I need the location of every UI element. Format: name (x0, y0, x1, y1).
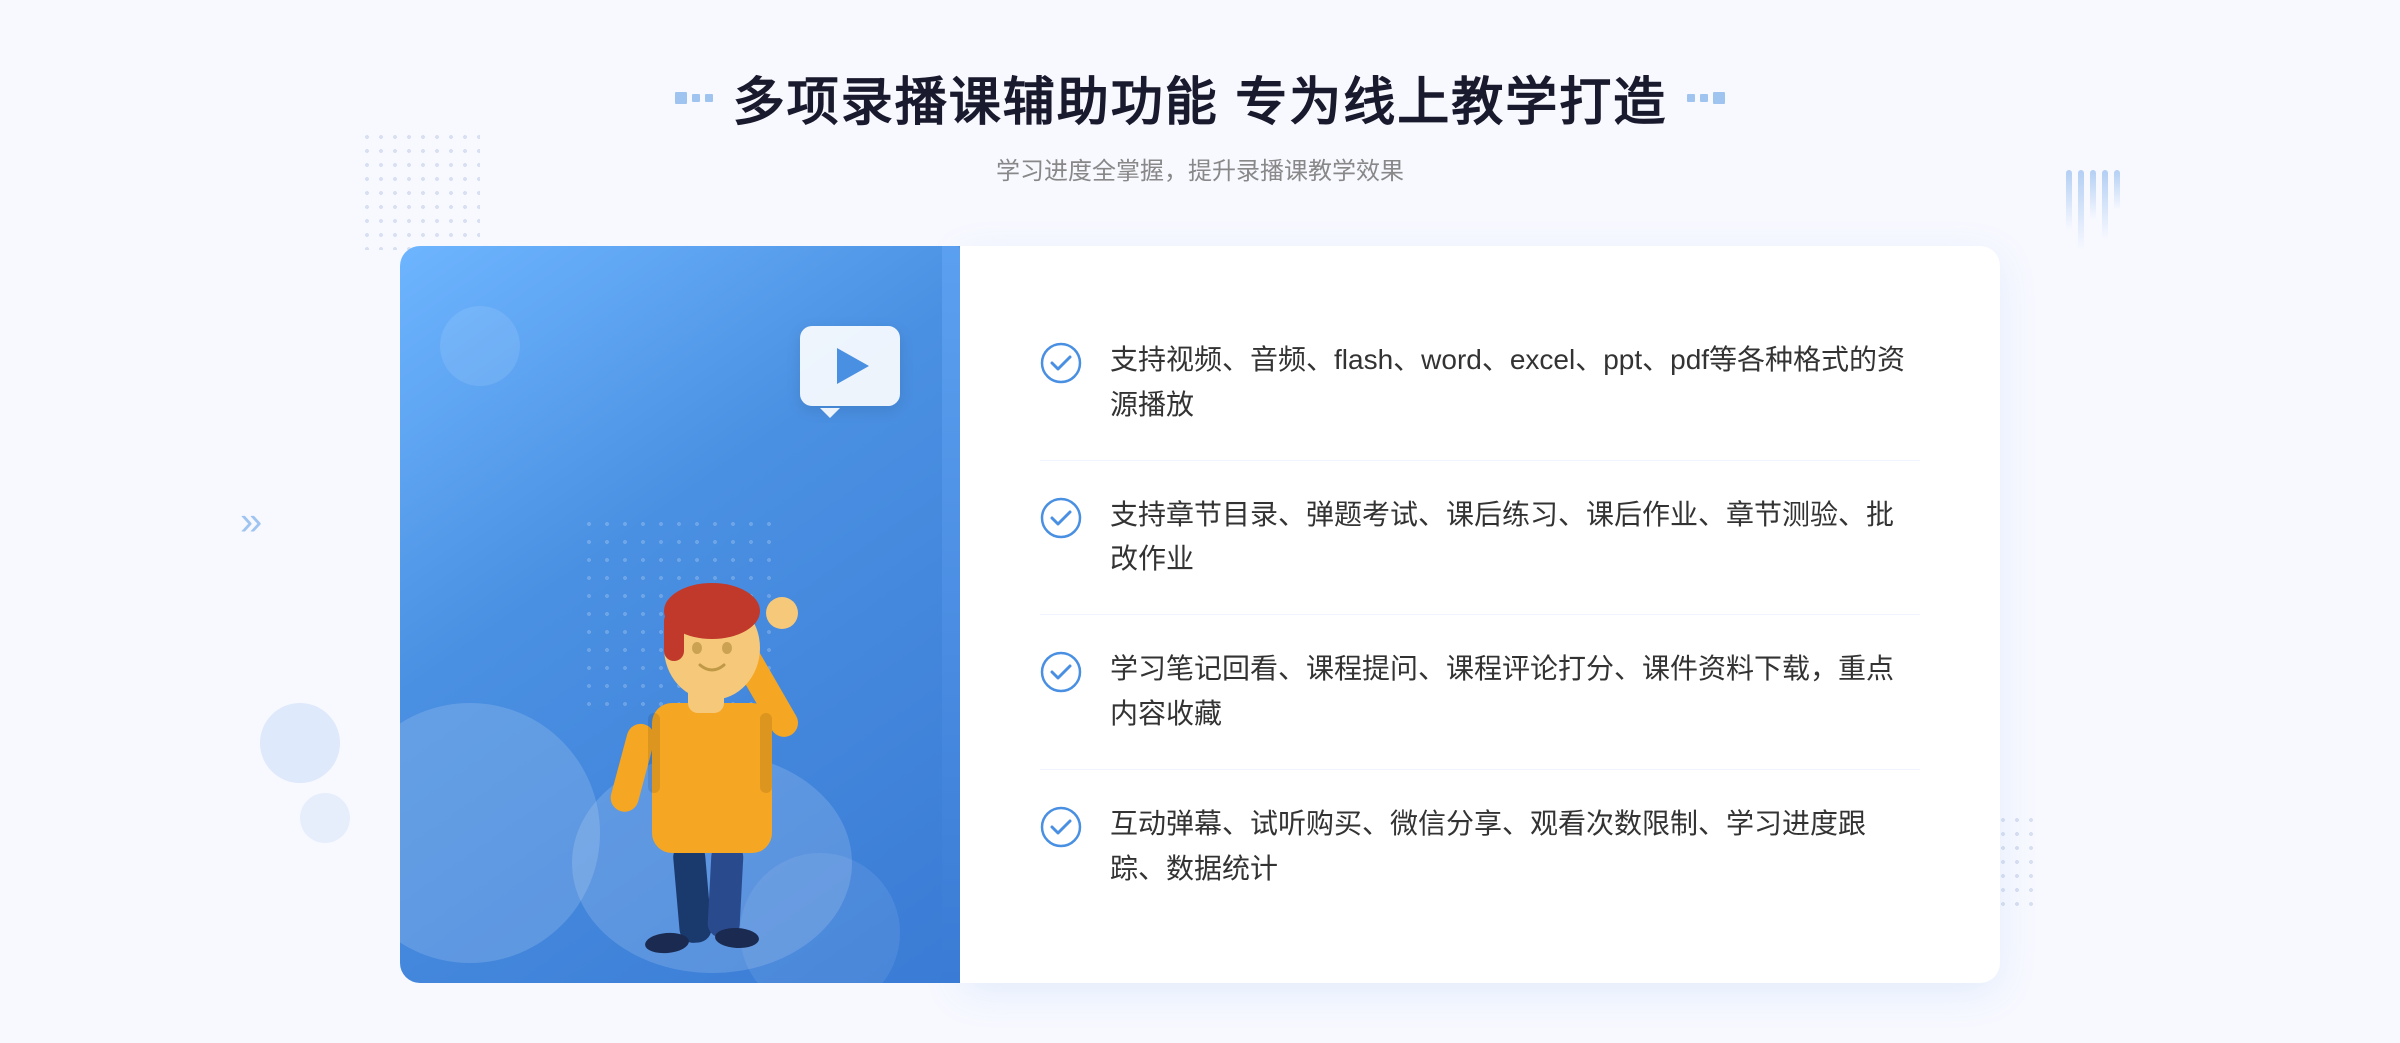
deco-dot-5 (1700, 94, 1708, 102)
feature-item-2: 支持章节目录、弹题考试、课后练习、课后作业、章节测验、批改作业 (1040, 461, 1920, 616)
feature-text-3: 学习笔记回看、课程提问、课程评论打分、课件资料下载，重点内容收藏 (1110, 647, 1920, 737)
person-illustration (552, 483, 872, 983)
deco-line-5 (2114, 170, 2120, 210)
check-icon-3 (1040, 651, 1082, 693)
dots-decoration-left (360, 130, 480, 250)
title-decorator-left (675, 92, 713, 104)
feature-text-1: 支持视频、音频、flash、word、excel、ppt、pdf等各种格式的资源… (1110, 338, 1920, 428)
feature-item-3: 学习笔记回看、课程提问、课程评论打分、课件资料下载，重点内容收藏 (1040, 615, 1920, 770)
vertical-lines-decoration (2066, 170, 2120, 250)
check-icon-1 (1040, 342, 1082, 384)
feature-text-2: 支持章节目录、弹题考试、课后练习、课后作业、章节测验、批改作业 (1110, 493, 1920, 583)
feature-item-1: 支持视频、音频、flash、word、excel、ppt、pdf等各种格式的资源… (1040, 306, 1920, 461)
check-icon-4 (1040, 806, 1082, 848)
small-circle-1 (260, 703, 340, 783)
small-circle-2 (300, 793, 350, 843)
accent-bar (942, 246, 960, 983)
deco-line-1 (2066, 170, 2072, 230)
chevron-left-icon: » (240, 499, 262, 544)
feature-text-4: 互动弹幕、试听购买、微信分享、观看次数限制、学习进度跟踪、数据统计 (1110, 802, 1920, 892)
page-container: » 多项录播课辅助功能 专为线上教学打造 学习进度全掌握，提升录播课教学效果 (0, 0, 2400, 1043)
play-triangle-icon (837, 348, 869, 384)
page-subtitle: 学习进度全掌握，提升录播课教学效果 (675, 151, 1725, 186)
circle-decoration-3 (440, 306, 520, 386)
deco-dot-1 (675, 92, 687, 104)
deco-dot-2 (692, 94, 700, 102)
feature-item-4: 互动弹幕、试听购买、微信分享、观看次数限制、学习进度跟踪、数据统计 (1040, 770, 1920, 924)
content-area: 支持视频、音频、flash、word、excel、ppt、pdf等各种格式的资源… (400, 246, 2000, 983)
features-card: 支持视频、音频、flash、word、excel、ppt、pdf等各种格式的资源… (960, 246, 2000, 983)
deco-line-4 (2102, 170, 2108, 240)
header-section: 多项录播课辅助功能 专为线上教学打造 学习进度全掌握，提升录播课教学效果 (675, 60, 1725, 186)
deco-line-3 (2090, 170, 2096, 220)
deco-dot-3 (705, 94, 713, 102)
main-title: 多项录播课辅助功能 专为线上教学打造 (733, 60, 1667, 135)
illustration-card (400, 246, 960, 983)
deco-dot-6 (1713, 92, 1725, 104)
check-icon-2 (1040, 497, 1082, 539)
deco-dot-4 (1687, 94, 1695, 102)
play-bubble (800, 326, 900, 406)
deco-line-2 (2078, 170, 2084, 250)
title-decorator-right (1687, 92, 1725, 104)
title-row: 多项录播课辅助功能 专为线上教学打造 (675, 60, 1725, 135)
